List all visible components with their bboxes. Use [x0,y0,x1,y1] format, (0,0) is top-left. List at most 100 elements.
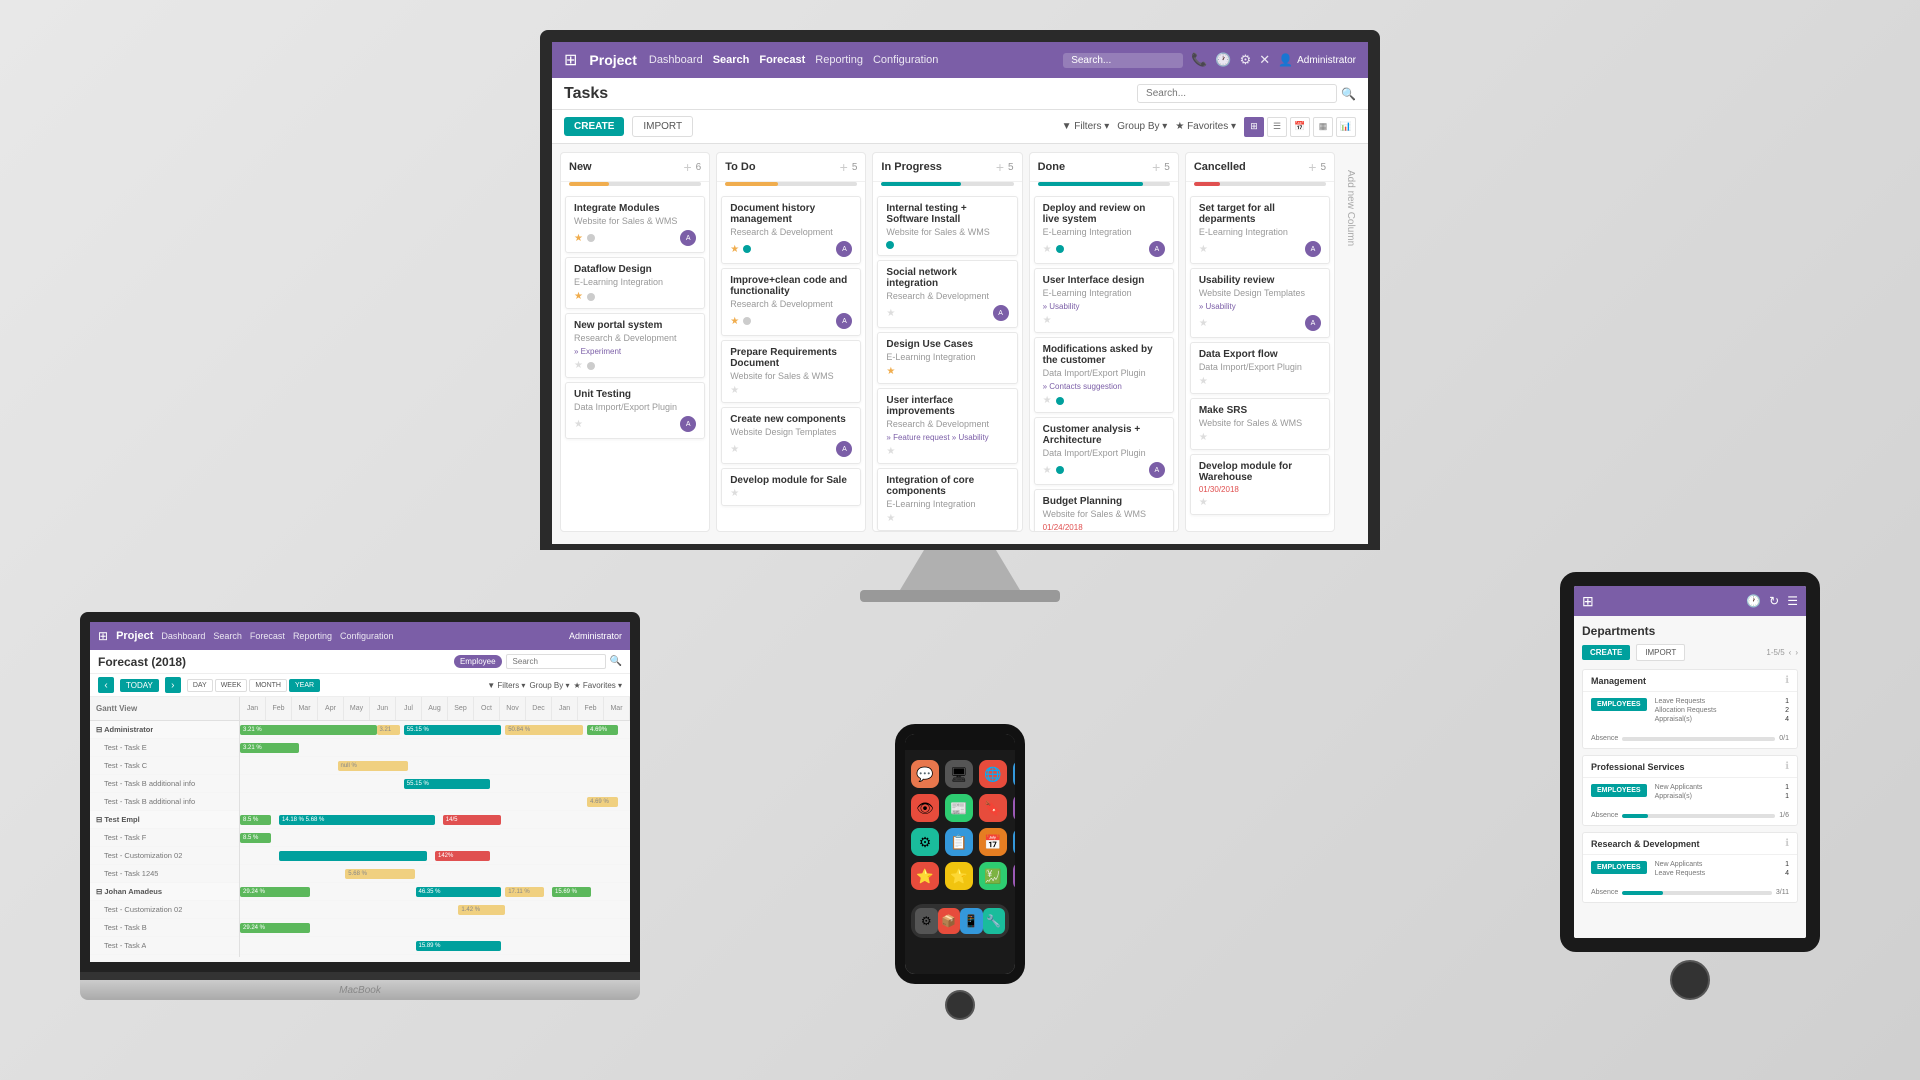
phone-icon-messages[interactable]: 💬 [911,760,939,788]
card-doc-history[interactable]: Document history management Research & D… [721,196,861,264]
star-icon[interactable]: ★ [1043,395,1052,406]
star-icon[interactable]: ★ [886,366,895,377]
graph-view-icon[interactable]: 📊 [1336,117,1356,137]
bar-cust02b[interactable]: 1.42 % [458,905,505,915]
phone-icon-analytics[interactable]: 📊 [1013,862,1025,890]
bar-admin-overlap[interactable]: 3.21 [377,725,400,735]
dept-management-header[interactable]: Management ℹ [1583,670,1797,692]
gantt-view-icon[interactable]: ▦ [1313,117,1333,137]
laptop-search[interactable] [506,654,606,669]
gantt-row-cust02[interactable]: Test - Customization 02 [90,847,239,865]
tablet-refresh-icon[interactable]: ↻ [1769,594,1779,608]
employee-filter[interactable]: Employee [454,655,502,668]
employees-btn-professional[interactable]: EMPLOYEES [1591,784,1647,797]
employees-btn-rd[interactable]: EMPLOYEES [1591,861,1647,874]
gantt-row-task-b-add1[interactable]: Test - Task B additional info [90,775,239,793]
card-develop-warehouse[interactable]: Develop module for Warehouse 01/30/2018 … [1190,454,1330,515]
star-icon[interactable]: ★ [1199,244,1208,255]
phone-icon-news[interactable]: 📰 [945,794,973,822]
bar-johan-main[interactable]: 46.35 % [416,887,502,897]
grid-icon[interactable]: ⊞ [564,50,577,70]
card-design-use-cases[interactable]: Design Use Cases E-Learning Integration … [877,332,1017,384]
phone-icon-browser[interactable]: 🌐 [979,760,1007,788]
card-unit-testing[interactable]: Unit Testing Data Import/Export Plugin ★… [565,382,705,439]
gantt-row-1245[interactable]: Test - Task 1245 [90,865,239,883]
employees-btn-management[interactable]: EMPLOYEES [1591,698,1647,711]
nav-reporting[interactable]: Reporting [815,54,863,66]
filters-button[interactable]: ▼ Filters ▾ [1062,121,1110,132]
star-icon[interactable]: ★ [886,308,895,319]
card-budget-planning[interactable]: Budget Planning Website for Sales & WMS … [1034,489,1174,531]
phone-icon-view[interactable]: 👁 [911,794,939,822]
card-social-network[interactable]: Social network integration Research & De… [877,260,1017,328]
tablet-import-btn[interactable]: IMPORT [1636,644,1685,661]
card-prepare-req[interactable]: Prepare Requirements Document Website fo… [721,340,861,403]
prev-button[interactable]: ‹ [98,677,114,693]
dock-icon-store[interactable]: 📦 [938,908,961,934]
bar-task-f[interactable]: 8.5 % [240,833,271,843]
kanban-view-icon[interactable]: ⊞ [1244,117,1264,137]
phone-icon-settings[interactable]: ⚙ [1013,794,1025,822]
col-add-inprogress[interactable]: + [996,159,1004,175]
gantt-row-task-e[interactable]: Test - Task E [90,739,239,757]
star-icon[interactable]: ★ [730,385,739,396]
bar-b-add1[interactable]: 55.15 % [404,779,490,789]
bar-empl-total[interactable]: 8.5 % [240,815,271,825]
gantt-row-task-a[interactable]: Test - Task A [90,937,239,955]
week-button[interactable]: WEEK [215,679,248,692]
star-icon[interactable]: ★ [574,419,583,430]
card-data-export[interactable]: Data Export flow Data Import/Export Plug… [1190,342,1330,394]
card-internal-testing[interactable]: Internal testing + Software Install Webs… [877,196,1017,256]
dept-expand-icon[interactable]: ℹ [1785,675,1789,686]
laptop-grid-icon[interactable]: ⊞ [98,629,108,643]
star-icon[interactable]: ★ [1199,432,1208,443]
card-integrate-modules[interactable]: Integrate Modules Website for Sales & WM… [565,196,705,253]
laptop-fav-btn[interactable]: ★ Favorites ▾ [573,681,622,690]
bar-b-add2[interactable]: 4.69 % [587,797,618,807]
bar-admin-main[interactable]: 55.15 % [404,725,502,735]
phone-home-button[interactable] [945,990,975,1020]
star-icon[interactable]: ★ [1199,318,1208,329]
laptop-nav-search[interactable]: Search [213,631,242,641]
add-new-column-button[interactable]: Add new Column [1341,160,1360,256]
prev-page-btn[interactable]: ‹ [1789,648,1792,657]
import-button[interactable]: IMPORT [632,116,693,137]
laptop-nav-dashboard[interactable]: Dashboard [161,631,205,641]
star-icon[interactable]: ★ [574,291,583,302]
dept-expand-icon[interactable]: ℹ [1785,838,1789,849]
gear-icon[interactable]: ⚙ [1240,52,1252,68]
laptop-nav-config[interactable]: Configuration [340,631,394,641]
gantt-row-admin[interactable]: ⊟ Administrator [90,721,239,739]
bar-task-e[interactable]: 3.21 % [240,743,299,753]
phone-icon-cloud[interactable]: ☁ [1013,760,1025,788]
bar-johan-total[interactable]: 29.24 % [240,887,310,897]
nav-search-box[interactable]: Search... [1063,53,1183,68]
phone-icon-calendar[interactable]: 📅 [979,828,1007,856]
dept-rd-header[interactable]: Research & Development ℹ [1583,833,1797,855]
gantt-row-johan[interactable]: ⊟ Johan Amadeus [90,883,239,901]
card-make-srs[interactable]: Make SRS Website for Sales & WMS ★ [1190,398,1330,450]
col-add-todo[interactable]: + [840,159,848,175]
bar-admin-total[interactable]: 3.21 % [240,725,377,735]
card-usability-review[interactable]: Usability review Website Design Template… [1190,268,1330,338]
card-ui-design[interactable]: User Interface design E-Learning Integra… [1034,268,1174,333]
bar-1245[interactable]: 5.68 % [345,869,415,879]
gantt-row-task-c[interactable]: Test - Task C [90,757,239,775]
star-icon[interactable]: ★ [886,446,895,457]
phone-icon-contacts[interactable]: 👤 [1013,828,1025,856]
bar-task-c[interactable]: null % [338,761,408,771]
nav-dashboard[interactable]: Dashboard [649,54,703,66]
phone-icon-config[interactable]: ⚙ [911,828,939,856]
dock-icon-settings[interactable]: ⚙ [915,908,938,934]
favorites-button[interactable]: ★ Favorites ▾ [1175,121,1236,132]
bar-cust02-red[interactable]: 142% [435,851,490,861]
next-page-btn[interactable]: › [1795,648,1798,657]
star-icon[interactable]: ★ [730,488,739,499]
year-button[interactable]: YEAR [289,679,320,692]
nav-search[interactable]: Search [713,54,750,66]
phone-icon-finance[interactable]: 💹 [979,862,1007,890]
star-icon[interactable]: ★ [1043,244,1052,255]
gantt-row-task-b-add2[interactable]: Test - Task B additional info [90,793,239,811]
bar-task-b[interactable]: 29.24 % [240,923,310,933]
card-improve-code[interactable]: Improve+clean code and functionality Res… [721,268,861,336]
